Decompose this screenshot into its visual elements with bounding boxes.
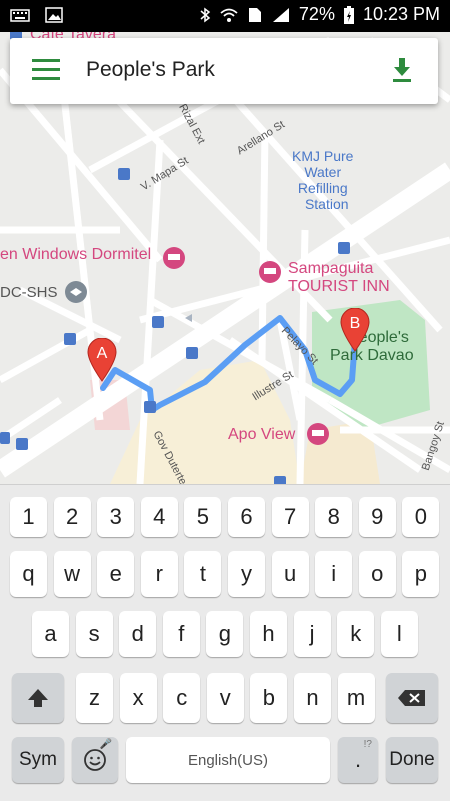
key-a[interactable]: a [32, 611, 69, 657]
battery-charging-icon [343, 5, 354, 24]
key-7[interactable]: 7 [271, 497, 309, 537]
map-label-apo-view: Apo View [228, 426, 296, 443]
sym-key[interactable]: Sym [12, 737, 64, 783]
keyboard-icon [10, 9, 30, 22]
soft-keyboard: 1234567890 qwertyuiop asdfghjkl zxcvbnm … [0, 484, 450, 801]
key-y[interactable]: y [228, 551, 265, 597]
key-w[interactable]: w [53, 551, 91, 597]
key-k[interactable]: k [337, 611, 375, 657]
key-v[interactable]: v [206, 673, 244, 723]
key-d[interactable]: d [119, 611, 157, 657]
key-i[interactable]: i [315, 551, 353, 597]
hamburger-icon-bar [32, 59, 60, 62]
signal-icon [272, 7, 289, 22]
map-label-kmj: KMJ Pure Water Refilling Station [292, 148, 354, 212]
key-n[interactable]: n [294, 673, 331, 723]
marker-a-label: A [97, 345, 108, 362]
key-b[interactable]: b [250, 673, 288, 723]
menu-button[interactable] [32, 59, 60, 83]
clock: 10:23 PM [362, 4, 440, 24]
key-s[interactable]: s [75, 611, 113, 657]
image-icon [45, 7, 63, 23]
key-2[interactable]: 2 [53, 497, 91, 537]
key-6[interactable]: 6 [228, 497, 265, 537]
map-label-windows-dormitel: en Windows Dormitel [0, 246, 152, 263]
place-title[interactable]: People's Park [86, 58, 215, 82]
space-key[interactable]: English(US) [126, 737, 330, 783]
key-t[interactable]: t [184, 551, 222, 597]
period-hint: !? [363, 739, 372, 750]
marker-b[interactable]: B [340, 308, 370, 352]
battery-percent: 72% [298, 4, 335, 24]
key-8[interactable]: 8 [315, 497, 353, 537]
key-l[interactable]: l [380, 611, 418, 657]
key-e[interactable]: e [97, 551, 135, 597]
key-p[interactable]: p [402, 551, 440, 597]
download-icon[interactable] [390, 56, 414, 84]
key-r[interactable]: r [140, 551, 178, 597]
key-x[interactable]: x [119, 673, 157, 723]
done-key[interactable]: Done [386, 737, 438, 783]
period-key[interactable]: !? . [338, 737, 378, 783]
key-h[interactable]: h [250, 611, 287, 657]
backspace-key[interactable] [386, 673, 438, 723]
key-c[interactable]: c [163, 673, 201, 723]
search-card[interactable]: People's Park [10, 38, 438, 104]
key-o[interactable]: o [358, 551, 396, 597]
key-q[interactable]: q [10, 551, 47, 597]
map-label-sampaguita: Sampaguita TOURIST INN [288, 260, 390, 295]
key-g[interactable]: g [206, 611, 244, 657]
voice-hint-icon: 🎤 [99, 739, 112, 750]
shift-key[interactable] [12, 673, 64, 723]
period-label: . [354, 747, 362, 772]
emoji-key[interactable]: 🎤 [72, 737, 118, 783]
status-bar: 72% 10:23 PM [0, 0, 450, 32]
emoji-icon [84, 749, 106, 771]
key-u[interactable]: u [271, 551, 309, 597]
marker-b-label: B [350, 315, 361, 332]
key-5[interactable]: 5 [184, 497, 222, 537]
backspace-icon [398, 690, 425, 706]
key-4[interactable]: 4 [140, 497, 178, 537]
key-z[interactable]: z [76, 673, 113, 723]
key-9[interactable]: 9 [358, 497, 396, 537]
key-j[interactable]: j [293, 611, 331, 657]
map-label-dcshs: DC-SHS [0, 284, 58, 301]
key-3[interactable]: 3 [97, 497, 135, 537]
marker-a[interactable]: A [87, 338, 117, 382]
key-f[interactable]: f [162, 611, 200, 657]
sim-icon [248, 7, 261, 22]
key-m[interactable]: m [337, 673, 375, 723]
wifi-icon [220, 8, 238, 22]
bluetooth-icon [200, 7, 211, 22]
key-1[interactable]: 1 [10, 497, 47, 537]
key-0[interactable]: 0 [402, 497, 440, 537]
shift-arrow-icon [28, 689, 48, 707]
